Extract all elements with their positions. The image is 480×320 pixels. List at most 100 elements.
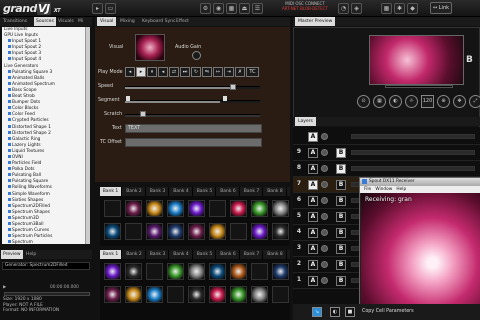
- tab-mi[interactable]: Mi: [76, 17, 85, 26]
- clip-cell[interactable]: [167, 286, 184, 303]
- clip-cell[interactable]: [104, 263, 121, 280]
- clip-cell[interactable]: [272, 223, 289, 240]
- clip-cell[interactable]: [251, 286, 268, 303]
- play-step-back-icon[interactable]: ◂: [125, 67, 135, 77]
- clip-cell[interactable]: [167, 200, 184, 217]
- layer-a-button[interactable]: A: [308, 260, 318, 270]
- layer-opacity-knob[interactable]: [321, 197, 328, 204]
- layer-b-button[interactable]: B: [336, 196, 346, 206]
- tc-offset-input[interactable]: [125, 138, 262, 147]
- clip-cell[interactable]: [146, 200, 163, 217]
- tc-button[interactable]: TC: [246, 67, 259, 77]
- layer-opacity-knob[interactable]: [321, 213, 328, 220]
- layer-opacity-knob[interactable]: [321, 277, 328, 284]
- layer-b-button[interactable]: B: [336, 212, 346, 222]
- layer-opacity-bar[interactable]: [351, 134, 475, 139]
- clip-cell[interactable]: [188, 286, 205, 303]
- grid-icon[interactable]: ▦: [373, 95, 386, 108]
- bank-tab-7[interactable]: Bank 7: [241, 250, 263, 259]
- bank-tab-4[interactable]: Bank 4: [171, 250, 193, 259]
- layer-a-button[interactable]: A: [308, 148, 318, 158]
- bank-tab-4[interactable]: Bank 4: [171, 187, 193, 196]
- audio-gain-knob[interactable]: [192, 51, 201, 60]
- visual-thumbnail[interactable]: [135, 34, 165, 61]
- layer-opacity-bar[interactable]: [351, 166, 475, 171]
- bank-tab-5[interactable]: Bank 5: [194, 250, 216, 259]
- sources-list[interactable]: Live Inputs GPU Live Inputs Input Spout 1I…: [2, 27, 85, 244]
- layer-a-button[interactable]: A: [308, 212, 318, 222]
- xy-icon[interactable]: ✥: [453, 95, 466, 108]
- bank-tab-7[interactable]: Bank 7: [241, 187, 263, 196]
- layer-b-button[interactable]: B: [336, 260, 346, 270]
- play-forward-icon[interactable]: ▸: [136, 67, 146, 77]
- clip-cell[interactable]: [146, 263, 163, 280]
- clip-cell[interactable]: [188, 263, 205, 280]
- fullscreen-icon[interactable]: ⤢: [469, 95, 480, 108]
- layer-opacity-knob[interactable]: [321, 181, 328, 188]
- grid-icon[interactable]: ▦: [381, 3, 392, 14]
- clip-cell[interactable]: [125, 263, 142, 280]
- speed-slider-thumb[interactable]: [230, 84, 236, 90]
- layer-opacity-knob[interactable]: [321, 261, 328, 268]
- menu-file[interactable]: File: [364, 187, 371, 192]
- spout-receiver-window[interactable]: Spout DX11 Receiver File Window Help Rec…: [359, 177, 480, 320]
- clip-cell[interactable]: [272, 200, 289, 217]
- brand-icon[interactable]: ◆: [407, 3, 418, 14]
- clip-cell[interactable]: [230, 286, 247, 303]
- layer-b-button[interactable]: B: [336, 164, 346, 174]
- clip-cell[interactable]: [146, 223, 163, 240]
- tab-layers[interactable]: Layers: [295, 117, 316, 126]
- layer-b-button[interactable]: B: [336, 244, 346, 254]
- settings-icon[interactable]: ✱: [394, 3, 405, 14]
- transport-icon[interactable]: ▸: [92, 3, 103, 14]
- layer-a-button[interactable]: A: [308, 228, 318, 238]
- clip-cell[interactable]: [188, 200, 205, 217]
- clip-cell[interactable]: [230, 263, 247, 280]
- clip-cell[interactable]: [146, 286, 163, 303]
- preview-seek-bar[interactable]: [4, 292, 90, 296]
- scratch-slider-thumb[interactable]: [140, 111, 146, 117]
- clip-cell[interactable]: [125, 200, 142, 217]
- tab-mixing[interactable]: Mixing: [117, 17, 138, 26]
- cell-toggle-icon[interactable]: ■: [345, 307, 355, 317]
- text-input[interactable]: TEXT: [125, 124, 262, 133]
- tab-master-preview[interactable]: Master Preview: [295, 17, 336, 26]
- clip-cell[interactable]: [104, 223, 121, 240]
- layer-row[interactable]: 8A B: [293, 161, 480, 177]
- layer-opacity-knob[interactable]: [321, 149, 328, 156]
- sources-scrollbar[interactable]: [85, 27, 90, 244]
- play-pingpong-icon[interactable]: ⇄: [169, 67, 179, 77]
- layer-a-button[interactable]: A: [308, 244, 318, 254]
- clip-cell[interactable]: [272, 286, 289, 303]
- clip-cell[interactable]: [188, 223, 205, 240]
- layer-row[interactable]: 9A B: [293, 145, 480, 161]
- bank-tab-2[interactable]: Bank 2: [124, 250, 146, 259]
- output-icon[interactable]: ⊙: [357, 95, 370, 108]
- cell-mode-icon[interactable]: ◐: [330, 307, 340, 317]
- clip-cell[interactable]: [272, 263, 289, 280]
- source-item[interactable]: Spectrum: [2, 240, 85, 244]
- layer-opacity-knob[interactable]: [321, 133, 328, 140]
- clip-cell[interactable]: [230, 223, 247, 240]
- clip-cell[interactable]: [125, 286, 142, 303]
- play-loop-icon[interactable]: ↻: [191, 67, 201, 77]
- bank-tab-1[interactable]: Bank 1: [100, 250, 122, 259]
- tab-visuals[interactable]: Visuals: [56, 17, 76, 26]
- menu-window[interactable]: Window: [375, 187, 392, 192]
- clip-cell[interactable]: [125, 223, 142, 240]
- tab-visual[interactable]: Visual: [97, 17, 117, 26]
- bank-tab-8[interactable]: Bank 8: [265, 187, 287, 196]
- menu-help[interactable]: Help: [396, 187, 406, 192]
- bank-tab-6[interactable]: Bank 6: [218, 250, 240, 259]
- layer-b-button[interactable]: B: [336, 228, 346, 238]
- bank-tab-3[interactable]: Bank 3: [147, 250, 169, 259]
- layer-a-button[interactable]: A: [308, 276, 318, 286]
- play-backward-icon[interactable]: ◂: [158, 67, 168, 77]
- clip-cell[interactable]: [209, 200, 226, 217]
- play-once-icon[interactable]: ↦: [213, 67, 223, 77]
- tab-preview[interactable]: Preview: [1, 250, 23, 259]
- layer-opacity-knob[interactable]: [321, 229, 328, 236]
- monitor-icon[interactable]: ▭: [105, 3, 116, 14]
- clip-cell[interactable]: [104, 200, 121, 217]
- clip-cell[interactable]: [251, 200, 268, 217]
